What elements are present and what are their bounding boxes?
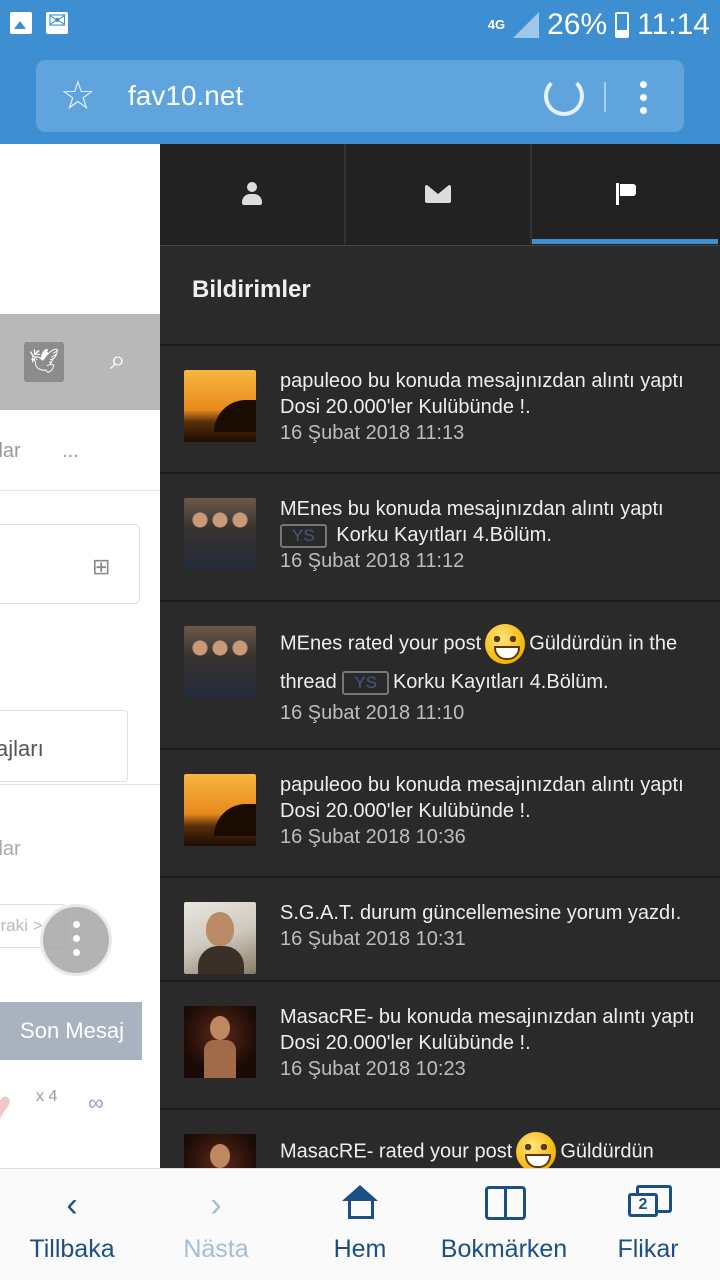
mail-notification-icon bbox=[46, 8, 68, 34]
reload-icon[interactable] bbox=[544, 76, 584, 116]
avatar[interactable] bbox=[184, 1006, 256, 1078]
notification-item[interactable]: MasacRE- bu konuda mesajınızdan alıntı y… bbox=[160, 982, 720, 1110]
avatar[interactable] bbox=[184, 902, 256, 974]
section-title-partial: ajları bbox=[0, 736, 44, 761]
home-button[interactable]: Hem bbox=[288, 1169, 432, 1280]
notification-text[interactable]: MasacRE- rated your post Güldürdün bbox=[280, 1132, 710, 1168]
notification-item[interactable]: MasacRE- rated your post Güldürdün bbox=[160, 1110, 720, 1168]
clock: 11:14 bbox=[637, 8, 710, 41]
notification-date: 16 Şubat 2018 11:12 bbox=[280, 550, 465, 572]
laughing-emoji-icon bbox=[485, 624, 526, 664]
notification-date: 16 Şubat 2018 10:31 bbox=[280, 928, 466, 950]
notification-date: 16 Şubat 2018 11:10 bbox=[280, 702, 465, 724]
tab-inbox[interactable] bbox=[346, 144, 532, 244]
rating-name: Güldürdün bbox=[529, 632, 623, 655]
thread-title[interactable]: Korku Kayıtları 4.Bölüm. bbox=[336, 524, 552, 546]
network-type: 4G bbox=[487, 17, 506, 32]
tab-count: 2 bbox=[628, 1193, 658, 1217]
divider bbox=[0, 784, 160, 785]
notification-date: 16 Şubat 2018 10:36 bbox=[280, 826, 466, 848]
last-message-button[interactable]: Son Mesaj bbox=[0, 1002, 142, 1060]
heart-icon[interactable]: ♥ bbox=[0, 1084, 12, 1129]
notification-text[interactable]: MasacRE- bu konuda mesajınızdan alıntı y… bbox=[280, 1004, 710, 1056]
forum-box bbox=[0, 524, 140, 604]
user-icon bbox=[241, 182, 263, 206]
notification-item[interactable]: papuleoo bu konuda mesajınızdan alıntı y… bbox=[160, 750, 720, 878]
notification-text[interactable]: papuleoo bu konuda mesajınızdan alıntı y… bbox=[280, 772, 710, 824]
binoculars-icon[interactable]: ∞ bbox=[88, 1090, 104, 1116]
thread-prefix-badge: YS bbox=[280, 523, 327, 548]
laughing-emoji-icon bbox=[516, 1132, 557, 1168]
nav-link-partial[interactable]: jlar bbox=[0, 440, 21, 463]
address-bar[interactable]: ☆ fav10.net bbox=[36, 60, 684, 132]
thread-title[interactable]: Korku Kayıtları 4.Bölüm. bbox=[393, 671, 609, 693]
notification-date: 16 Şubat 2018 11:13 bbox=[280, 422, 465, 444]
status-indicators: 4G 26% 11:14 bbox=[488, 8, 710, 42]
url-text[interactable]: fav10.net bbox=[128, 80, 243, 112]
notification-text[interactable]: S.G.A.T. durum güncellemesine yorum yazd… bbox=[280, 900, 710, 926]
background-page: 🕊 ⌕ jlar ... ⊞ ajları jlar nraki > Son M… bbox=[0, 144, 160, 1168]
overflow-menu-icon[interactable] bbox=[638, 78, 648, 118]
avatar[interactable] bbox=[184, 626, 256, 698]
signal-icon bbox=[513, 12, 540, 38]
battery-percent: 26% bbox=[547, 8, 608, 41]
notification-item[interactable]: MEnes rated your post Güldürdün in the th… bbox=[160, 602, 720, 750]
battery-icon bbox=[615, 12, 630, 38]
tabs-icon: 2 bbox=[628, 1185, 672, 1219]
divider bbox=[0, 490, 160, 491]
bookmarks-button[interactable]: Bokmärken bbox=[432, 1169, 576, 1280]
notification-item[interactable]: papuleoo bu konuda mesajınızdan alıntı y… bbox=[160, 346, 720, 474]
notification-list: papuleoo bu konuda mesajınızdan alıntı y… bbox=[160, 346, 720, 1168]
search-icon[interactable]: ⌕ bbox=[110, 344, 126, 377]
bookmark-star-icon[interactable]: ☆ bbox=[60, 72, 96, 120]
dove-icon[interactable]: 🕊 bbox=[24, 342, 64, 382]
browser-toolbar: ☆ fav10.net bbox=[0, 50, 720, 144]
chevron-left-icon: ‹ bbox=[66, 1186, 78, 1224]
gallery-icon bbox=[10, 12, 32, 34]
panel-title: Bildirimler bbox=[192, 276, 311, 303]
notification-icons bbox=[10, 8, 68, 34]
status-bar: 4G 26% 11:14 bbox=[0, 0, 720, 50]
nav-more[interactable]: ... bbox=[62, 440, 79, 463]
notification-text[interactable]: MEnes rated your post Güldürdün in the th… bbox=[280, 624, 710, 700]
sitemap-icon[interactable]: ⊞ bbox=[92, 554, 110, 580]
browser-bottom-nav: ‹ Tillbaka › Nästa Hem Bokmärken 2 Flika… bbox=[0, 1168, 720, 1280]
back-button[interactable]: ‹ Tillbaka bbox=[0, 1169, 144, 1280]
avatar[interactable] bbox=[184, 370, 256, 442]
like-count: x 4 bbox=[36, 1088, 58, 1105]
tabs-button[interactable]: 2 Flikar bbox=[576, 1169, 720, 1280]
avatar[interactable] bbox=[184, 1134, 256, 1168]
site-header-bar: 🕊 ⌕ bbox=[0, 314, 160, 410]
notification-date: 16 Şubat 2018 10:23 bbox=[280, 1058, 466, 1080]
flag-icon bbox=[614, 182, 638, 206]
notification-item[interactable]: MEnes bu konuda mesajınızdan alıntı yapt… bbox=[160, 474, 720, 602]
avatar[interactable] bbox=[184, 774, 256, 846]
forward-button[interactable]: › Nästa bbox=[144, 1169, 288, 1280]
panel-tabs bbox=[160, 144, 720, 246]
divider bbox=[604, 82, 606, 112]
book-icon bbox=[485, 1186, 526, 1220]
notification-panel: Bildirimler papuleoo bu konuda mesajınız… bbox=[160, 144, 720, 1168]
notification-text[interactable]: MEnes bu konuda mesajınızdan alıntı yapt… bbox=[280, 496, 710, 548]
rating-name: Güldürdün bbox=[560, 1140, 654, 1163]
avatar[interactable] bbox=[184, 498, 256, 570]
list-label-partial: jlar bbox=[0, 838, 21, 860]
notification-item[interactable]: S.G.A.T. durum güncellemesine yorum yazd… bbox=[160, 878, 720, 982]
floating-menu-button[interactable] bbox=[40, 904, 112, 976]
thread-prefix-badge: YS bbox=[342, 670, 389, 695]
notification-text[interactable]: papuleoo bu konuda mesajınızdan alıntı y… bbox=[280, 368, 710, 420]
mail-icon bbox=[425, 185, 451, 203]
tab-alerts[interactable] bbox=[532, 144, 720, 244]
tab-account[interactable] bbox=[160, 144, 346, 244]
chevron-right-icon: › bbox=[210, 1186, 222, 1224]
home-icon bbox=[342, 1185, 378, 1219]
